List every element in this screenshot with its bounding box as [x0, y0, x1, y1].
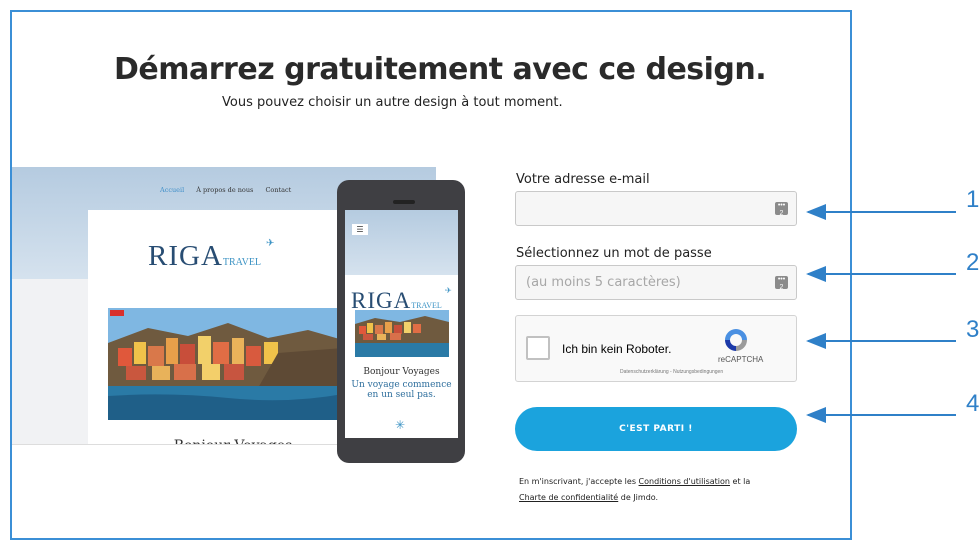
email-label: Votre adresse e-mail: [516, 172, 650, 187]
email-field-wrapper: ••• 2: [515, 191, 797, 226]
phone-header-sky: [345, 210, 458, 275]
terms-link[interactable]: Conditions d'utilisation: [639, 477, 730, 486]
preview-nav-item: À propos de nous: [196, 186, 254, 194]
phone-photo: [355, 310, 449, 357]
mobile-preview[interactable]: ☰ RIGATRAVEL ✈ Bonjour Voyages Un voyage…: [337, 180, 465, 463]
phone-logo-sub: TRAVEL: [411, 301, 442, 310]
preview-nav: Accueil À propos de nous Contact: [160, 186, 301, 194]
annotation-arrow-4: [806, 407, 956, 423]
preview-nav-item: Contact: [265, 186, 292, 194]
annotation-arrow-1: [806, 204, 956, 220]
password-label: Sélectionnez un mot de passe: [516, 246, 712, 261]
preview-nav-item: Accueil: [160, 186, 185, 194]
recaptcha-widget: Ich bin kein Roboter. reCAPTCHA Datensch…: [515, 315, 797, 382]
recaptcha-brand: reCAPTCHA: [718, 355, 764, 364]
phone-speaker: [393, 200, 415, 204]
password-input[interactable]: [516, 266, 786, 299]
cinque-terre-illustration: [108, 308, 343, 420]
password-field-wrapper: ••• 2: [515, 265, 797, 300]
legal-and: et la: [729, 477, 751, 486]
phone-screen: ☰ RIGATRAVEL ✈ Bonjour Voyages Un voyage…: [345, 210, 458, 438]
preview-logo-sub: TRAVEL: [222, 257, 262, 268]
annotation-arrow-2: [806, 266, 956, 282]
recaptcha-logo-icon: [725, 329, 747, 351]
recaptcha-checkbox[interactable]: [526, 336, 550, 360]
phone-cinque-terre-illustration: [355, 310, 449, 357]
hamburger-menu-icon: ☰: [352, 224, 368, 235]
sparkle-icon: ✳: [395, 418, 406, 432]
phone-preview-title: Bonjour Voyages: [363, 367, 440, 377]
recaptcha-label: Ich bin kein Roboter.: [562, 342, 672, 356]
legal-prefix: En m'inscrivant, j'accepte les: [519, 477, 639, 486]
password-manager-icon[interactable]: ••• 2: [775, 202, 788, 217]
preview-logo-main: RIGA: [148, 240, 223, 272]
legal-notice: En m'inscrivant, j'accepte les Condition…: [519, 474, 799, 506]
phone-preview-tagline: Un voyage commence en un seul pas.: [351, 380, 452, 400]
recaptcha-terms[interactable]: Datenschutzerklärung - Nutzungsbedingung…: [620, 369, 723, 375]
annotation-number: 4: [966, 390, 980, 417]
preview-photo: [108, 308, 343, 420]
annotation-number: 2: [966, 249, 980, 276]
submit-button[interactable]: C'EST PARTI !: [515, 407, 797, 451]
legal-suffix: de Jimdo.: [618, 493, 659, 502]
annotation-arrow-3: [806, 333, 956, 349]
page-subtitle: Vous pouvez choisir un autre design à to…: [222, 95, 563, 110]
email-input[interactable]: [516, 192, 786, 225]
privacy-link[interactable]: Charte de confidentialité: [519, 493, 618, 502]
preview-logo: RIGATRAVEL ✈: [148, 238, 274, 273]
preview-title: Bonjour Voyages: [88, 438, 378, 444]
preview-content-card: RIGATRAVEL ✈: [88, 210, 378, 444]
annotation-number: 3: [966, 316, 980, 343]
annotation-number: 1: [966, 186, 980, 213]
page-title: Démarrez gratuitement avec ce design.: [114, 52, 767, 87]
airplane-icon: ✈: [266, 238, 275, 249]
password-manager-icon[interactable]: ••• 2: [775, 276, 788, 291]
airplane-icon: ✈: [445, 286, 452, 295]
